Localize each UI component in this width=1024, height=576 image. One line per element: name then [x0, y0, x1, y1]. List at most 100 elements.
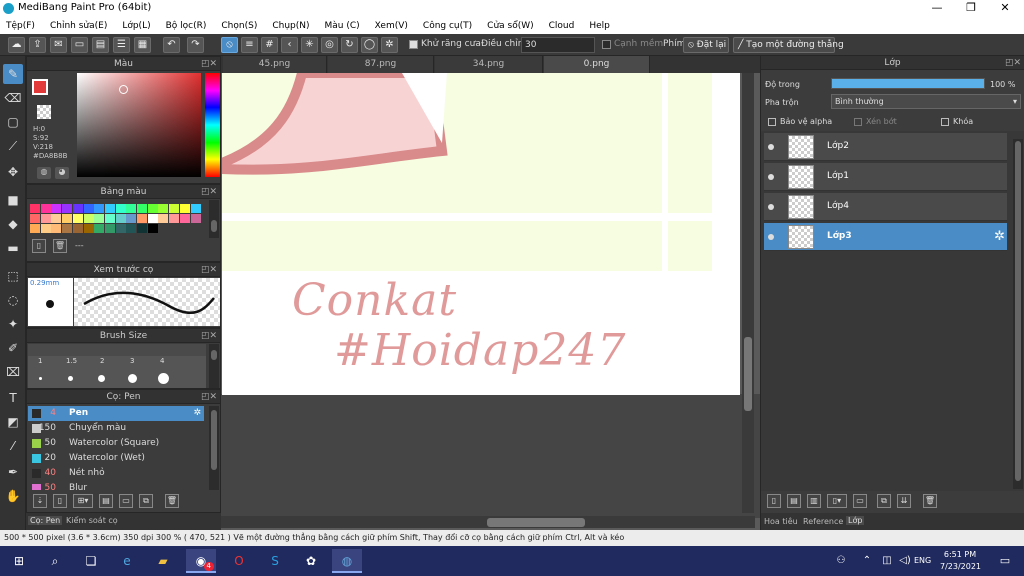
color-swatch[interactable]	[83, 214, 94, 223]
color-swatch[interactable]	[158, 214, 169, 223]
menu-layer[interactable]: Lớp(L)	[122, 21, 150, 31]
color-swatch[interactable]	[30, 224, 40, 233]
color-swatch[interactable]	[104, 224, 115, 233]
merge-layer-icon[interactable]: ⇊	[897, 494, 911, 508]
color-swatch[interactable]	[158, 204, 169, 213]
brush-tool-icon[interactable]: ✎	[3, 64, 23, 84]
new-8bit-layer-icon[interactable]: ▥	[807, 494, 821, 508]
minimize-button[interactable]: —	[920, 0, 954, 17]
color-swatch[interactable]	[190, 214, 201, 223]
menu-filter[interactable]: Bộ lọc(R)	[166, 21, 207, 31]
color-swatch[interactable]	[137, 204, 147, 213]
color-swatch[interactable]	[169, 204, 180, 213]
panel-menu-icon[interactable]: ◰✕	[201, 57, 217, 71]
delete-brush-icon[interactable]: 🗑	[165, 494, 179, 508]
upload-icon[interactable]: ⇪	[29, 37, 46, 53]
panel-menu-icon[interactable]: ◰✕	[1005, 56, 1021, 70]
duplicate-layer-icon[interactable]: ⧉	[877, 494, 891, 508]
color-swatch[interactable]	[83, 224, 94, 233]
color-swatch[interactable]	[147, 204, 158, 213]
comment-icon[interactable]: ▭	[71, 37, 88, 53]
color-swatch[interactable]	[115, 204, 126, 213]
opacity-slider[interactable]	[831, 78, 985, 89]
fill-tool-icon[interactable]: ◆	[3, 214, 23, 234]
chat-icon[interactable]: ✉	[50, 37, 67, 53]
color-swatch[interactable]	[83, 204, 94, 213]
layer-row-lop1[interactable]: Lớp1	[764, 163, 1007, 191]
soft-edge-checkbox[interactable]	[602, 40, 611, 49]
color-wheel-icon[interactable]: ◕	[55, 167, 69, 179]
menu-tools[interactable]: Công cụ(T)	[423, 21, 472, 31]
list-icon[interactable]: ☰	[113, 37, 130, 53]
color-swatch[interactable]	[94, 204, 105, 213]
copy-brush-icon[interactable]: ⧉	[139, 494, 153, 508]
color-swatch[interactable]	[30, 214, 40, 223]
paint-app-icon[interactable]: ✿	[296, 549, 326, 573]
layer-folder-icon[interactable]: ▭	[853, 494, 867, 508]
color-swatch[interactable]	[40, 224, 51, 233]
transparent-swatch[interactable]	[37, 105, 51, 119]
edit-brush-icon[interactable]: ▤	[99, 494, 113, 508]
radial-snap-icon[interactable]: ✳	[301, 37, 318, 53]
parallel-snap-icon[interactable]: ≡	[241, 37, 258, 53]
menu-snap[interactable]: Chụp(N)	[272, 21, 309, 31]
snap-off-icon[interactable]: ⦸	[221, 37, 238, 53]
color-swatch[interactable]	[126, 224, 137, 233]
tab-layer[interactable]: Lớp	[846, 516, 865, 525]
menu-color[interactable]: Màu (C)	[325, 21, 360, 31]
color-swatch[interactable]	[137, 214, 147, 223]
tab-brush-pen[interactable]: Cọ: Pen	[28, 516, 63, 525]
text-tool-icon[interactable]: T	[3, 388, 23, 408]
skype-icon[interactable]: S	[260, 549, 290, 573]
size-3[interactable]: 3	[130, 357, 134, 365]
color-swatch[interactable]	[72, 204, 83, 213]
line-tool-icon[interactable]: ⟋	[3, 136, 23, 156]
color-swatch[interactable]	[169, 214, 180, 223]
lock-checkbox[interactable]	[941, 118, 949, 126]
notification-center-icon[interactable]: ▭	[990, 549, 1020, 573]
color-swatch[interactable]	[104, 214, 115, 223]
menu-cloud[interactable]: Cloud	[549, 21, 575, 31]
redo-icon[interactable]: ↷	[187, 37, 204, 53]
new-palette-icon[interactable]: ▯	[32, 239, 46, 253]
new-layer-icon[interactable]: ▯	[767, 494, 781, 508]
main-color-swatch[interactable]	[32, 79, 48, 95]
curve-snap-icon[interactable]: ↻	[341, 37, 358, 53]
brush-item[interactable]: 150 Chuyển màu	[28, 421, 204, 436]
folder-icon[interactable]: ▭	[119, 494, 133, 508]
size-2[interactable]: 2	[100, 357, 104, 365]
select-tool-icon[interactable]: ⬚	[3, 266, 23, 286]
blend-select[interactable]: Bình thường ▾	[831, 94, 1021, 109]
protect-alpha-checkbox[interactable]	[768, 118, 776, 126]
panel-menu-icon[interactable]: ◰✕	[201, 263, 217, 277]
gradient-tool-icon[interactable]: ▬	[3, 238, 23, 258]
search-icon[interactable]: ⌕	[40, 549, 70, 573]
select-pen-icon[interactable]: ✐	[3, 338, 23, 358]
vanish-snap-icon[interactable]: ‹	[281, 37, 298, 53]
new-brush-icon[interactable]: ▯	[53, 494, 67, 508]
add-layer-menu-icon[interactable]: ▯▾	[827, 494, 847, 508]
eye-icon[interactable]	[768, 174, 774, 180]
delete-layer-icon[interactable]: 🗑	[923, 494, 937, 508]
create-line-button[interactable]: ╱ Tạo một đường thẳng	[733, 37, 844, 53]
layer-row-lop2[interactable]: Lớp2	[764, 133, 1007, 161]
maximize-button[interactable]: ❐	[954, 0, 988, 17]
eraser-tool-icon[interactable]: ⌫	[3, 88, 23, 108]
menu-window[interactable]: Cửa sổ(W)	[487, 21, 533, 31]
undo-icon[interactable]: ↶	[163, 37, 180, 53]
eye-icon[interactable]	[768, 204, 774, 210]
settings-icon[interactable]: ✲	[381, 37, 398, 53]
canvas-hscroll[interactable]	[221, 516, 755, 528]
reset-button[interactable]: ⦸ Đặt lại	[683, 37, 729, 53]
document-canvas[interactable]: Conkat #Hoidap247	[222, 73, 740, 395]
hue-slider[interactable]	[205, 73, 220, 177]
dot-tool-icon[interactable]: ▢	[3, 112, 23, 132]
file-explorer-icon[interactable]: ▰	[148, 549, 178, 573]
size-1-5[interactable]: 1.5	[66, 357, 77, 365]
windows-start-icon[interactable]: ⊞	[4, 549, 34, 573]
color-swatch[interactable]	[51, 214, 62, 223]
color-swatch[interactable]	[190, 204, 201, 213]
color-swatch[interactable]	[104, 204, 115, 213]
color-swatch[interactable]	[137, 224, 147, 233]
antialias-checkbox[interactable]	[409, 40, 418, 49]
